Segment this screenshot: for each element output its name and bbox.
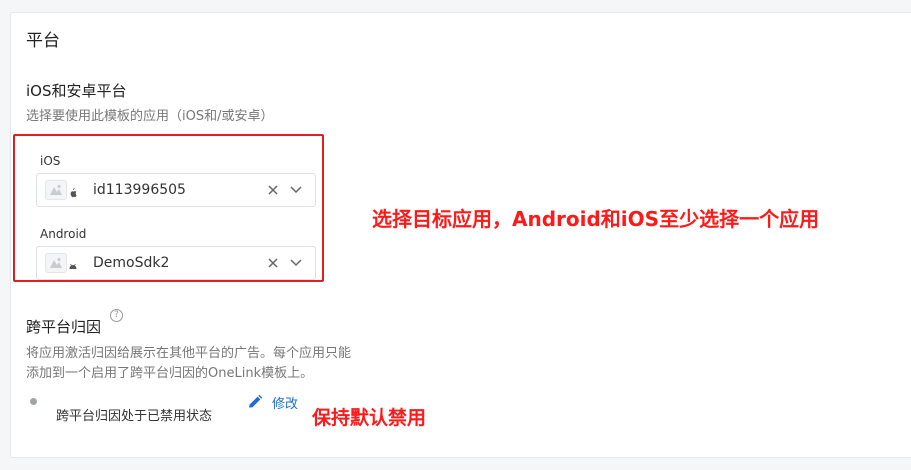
section-title: 平台 <box>26 31 60 51</box>
cross-platform-description-line2: 添加到一个启用了跨平台归因的OneLink模板上。 <box>26 366 314 381</box>
apple-icon <box>70 188 77 198</box>
platforms-description: 选择要使用此模板的应用（iOS和/或安卓） <box>26 109 274 124</box>
ios-app-value: id113996505 <box>93 182 186 198</box>
platforms-title: iOS和安卓平台 <box>26 82 127 100</box>
keep-default-annotation: 保持默认禁用 <box>312 407 427 429</box>
cross-platform-status: 跨平台归因处于已禁用状态 <box>56 409 213 424</box>
cross-platform-title: 跨平台归因 <box>26 318 102 336</box>
status-dot <box>30 398 37 405</box>
help-icon[interactable]: ? <box>110 309 123 322</box>
chevron-down-icon[interactable] <box>289 184 303 196</box>
ios-app-select[interactable]: id113996505 <box>36 173 316 207</box>
app-thumbnail-icon <box>45 180 67 200</box>
edit-link-label: 修改 <box>272 397 299 412</box>
pencil-icon <box>249 394 263 408</box>
android-icon <box>69 263 77 269</box>
cross-platform-description-line1: 将应用激活归因给展示在其他平台的广告。每个应用只能 <box>26 346 352 361</box>
chevron-down-icon[interactable] <box>289 257 303 269</box>
android-app-select[interactable]: DemoSdk2 <box>36 246 316 280</box>
ios-label: iOS <box>40 154 61 168</box>
android-label: Android <box>40 227 87 241</box>
app-thumbnail-icon <box>45 253 67 273</box>
android-app-value: DemoSdk2 <box>93 255 170 271</box>
clear-icon[interactable] <box>266 183 280 197</box>
select-apps-annotation: 选择目标应用，Android和iOS至少选择一个应用 <box>372 207 820 231</box>
clear-icon[interactable] <box>266 256 280 270</box>
